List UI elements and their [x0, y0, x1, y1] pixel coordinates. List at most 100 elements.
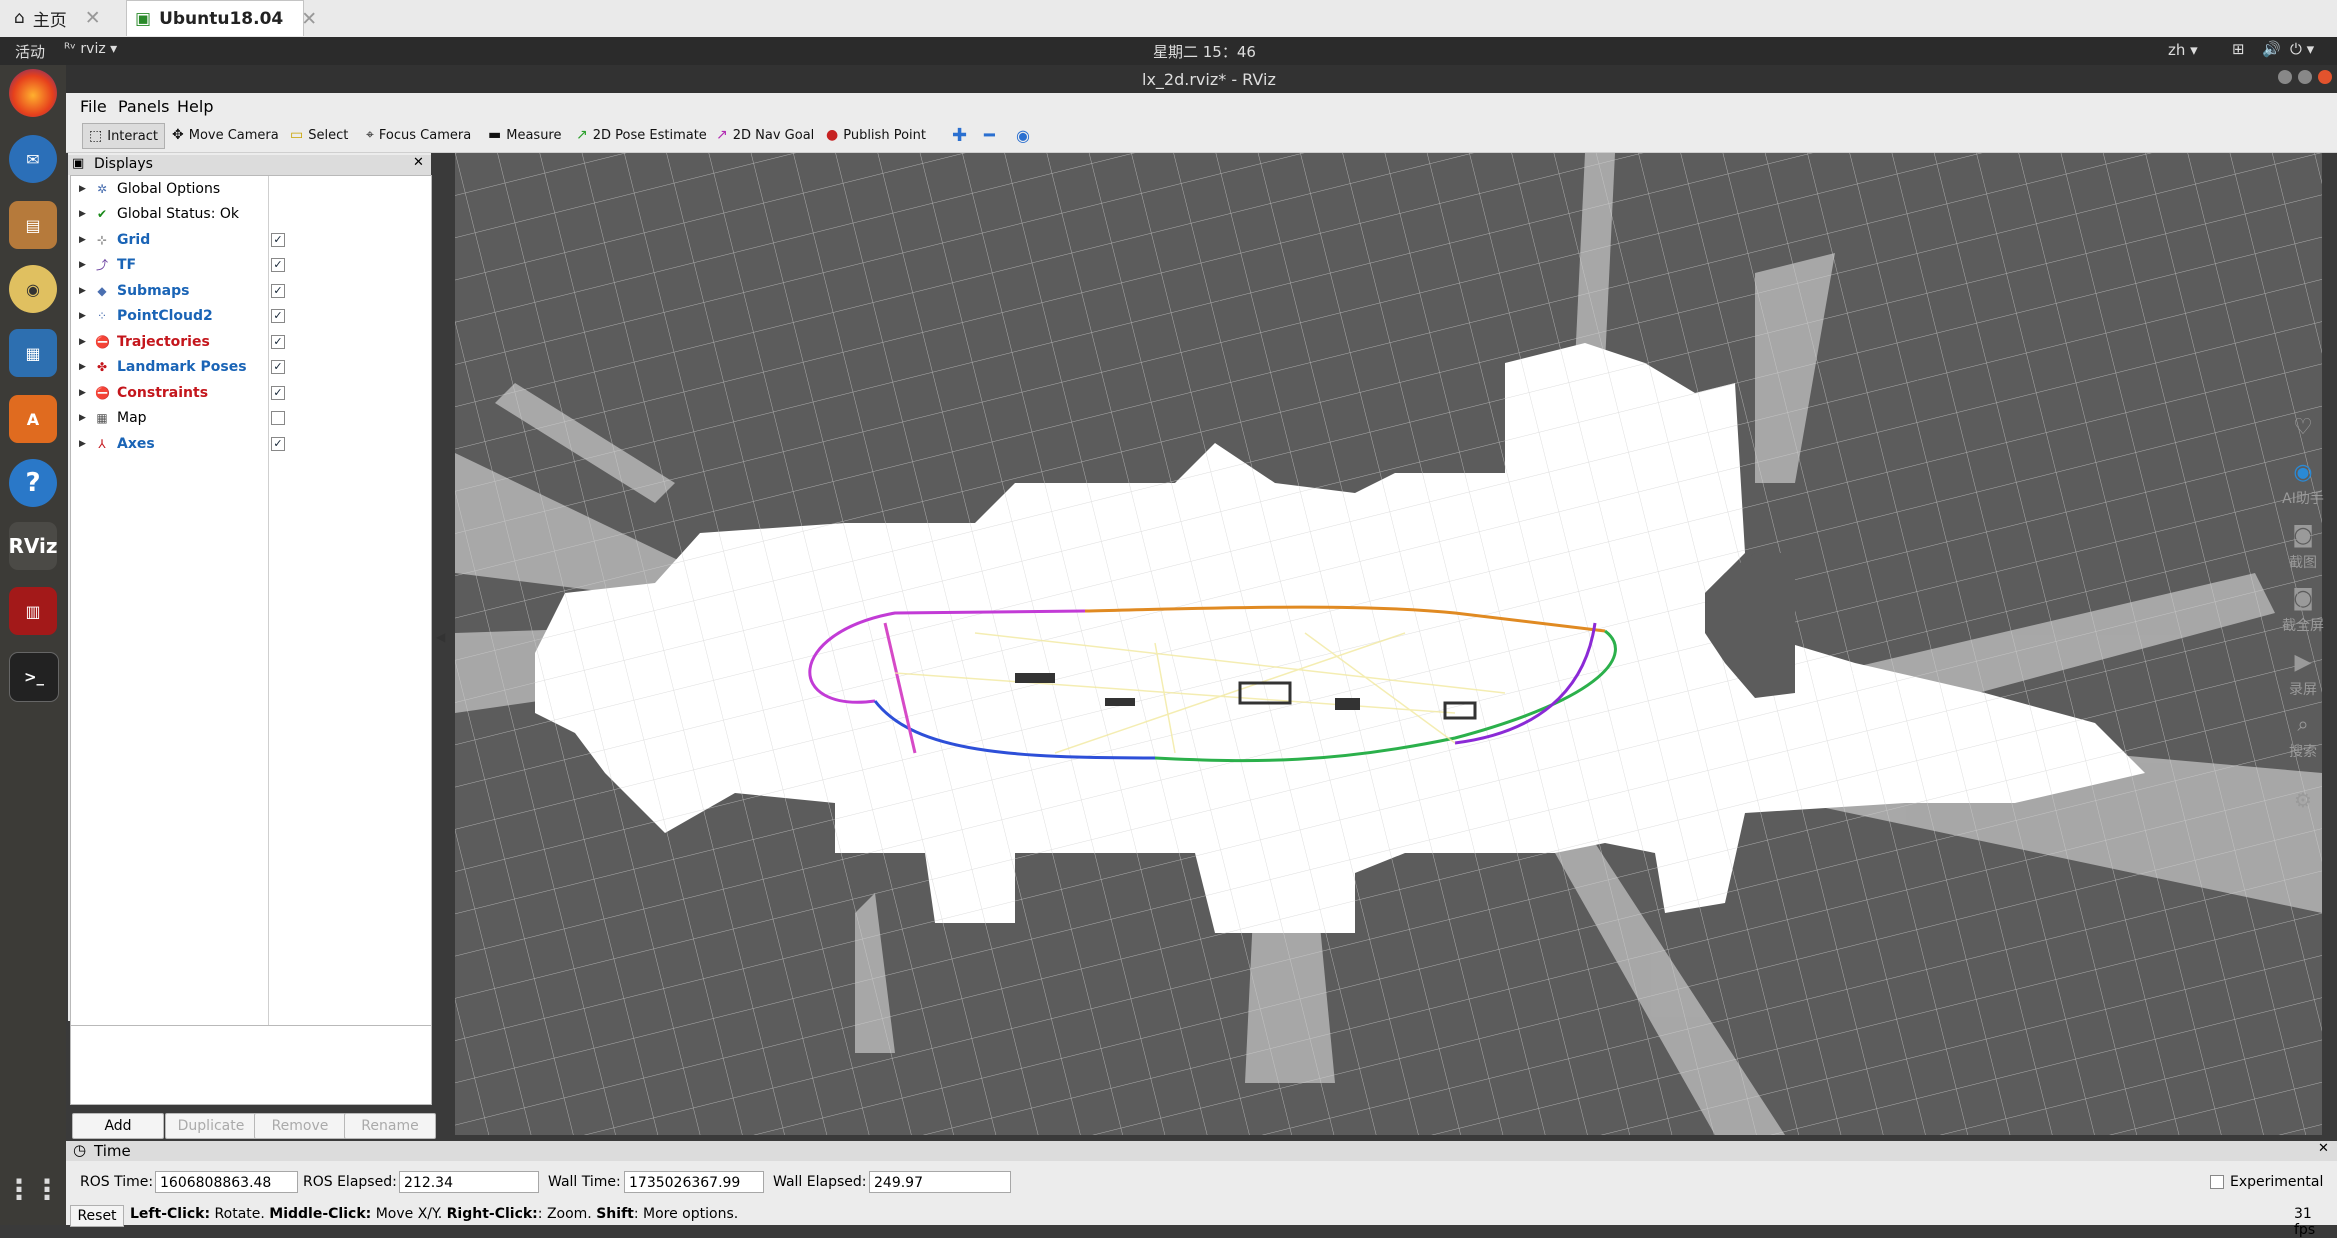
remove-tool-icon[interactable]: ━	[984, 123, 995, 147]
power-icon[interactable]: ⏻ ▾	[2290, 40, 2314, 58]
display-item[interactable]: ▶ ⛔ Trajectories ✓	[71, 332, 431, 351]
gear-icon[interactable]: ⚙	[2275, 788, 2331, 812]
green-arrow-icon: ↗	[576, 127, 588, 143]
display-checkbox[interactable]: ✓	[271, 283, 285, 298]
display-item[interactable]: ▶ ⊹ Grid ✓	[71, 230, 431, 249]
fullscreen-shot-icon[interactable]: ◙	[2275, 586, 2331, 611]
measure-tool[interactable]: ▬ Measure	[488, 123, 561, 147]
app-menu[interactable]: ᴿᵛ rviz ▾	[64, 41, 117, 57]
software-icon[interactable]: A	[9, 395, 57, 443]
menu-help[interactable]: Help	[177, 97, 213, 116]
display-checkbox[interactable]: ✓	[271, 258, 285, 272]
close-icon[interactable]: ✕	[301, 8, 317, 30]
splitter-handle-icon[interactable]: ◀	[436, 630, 445, 644]
display-item[interactable]: ▶ ⁘ PointCloud2 ✓	[71, 307, 431, 326]
thunderbird-icon[interactable]: ✉	[9, 135, 57, 183]
vm-tab-ubuntu[interactable]: ▣ Ubuntu18.04 ✕	[126, 0, 317, 36]
select-tool[interactable]: ▭ Select	[290, 123, 348, 147]
display-checkbox[interactable]: ✓	[271, 360, 285, 374]
clock[interactable]: 星期二 15：46	[1153, 41, 1256, 62]
ros-elapsed-field[interactable]: 212.34	[399, 1171, 539, 1193]
writer-icon[interactable]: ▦	[9, 329, 57, 377]
display-item[interactable]: ▶ ◆ Submaps ✓	[71, 281, 431, 300]
display-item[interactable]: ▶ ✤ Landmark Poses ✓	[71, 358, 431, 377]
record-icon[interactable]: ▶	[2275, 650, 2331, 675]
rviz-icon[interactable]: RViz	[8, 522, 58, 570]
ai-assistant-icon[interactable]: ◉	[2275, 460, 2331, 485]
hint-text: Rotate.	[210, 1206, 270, 1222]
close-icon[interactable]: ✕	[85, 7, 101, 29]
duplicate-button[interactable]: Duplicate	[165, 1113, 257, 1139]
add-tool-icon[interactable]: ✚	[952, 123, 967, 147]
rename-button[interactable]: Rename	[344, 1113, 436, 1139]
tool-properties-icon[interactable]: ◉	[1016, 123, 1030, 147]
rhythmbox-icon[interactable]: ◉	[9, 265, 57, 313]
add-button[interactable]: Add	[72, 1113, 164, 1139]
vm-tab-home[interactable]: ⌂ 主页 ✕	[14, 0, 101, 36]
display-checkbox[interactable]: ✓	[271, 334, 285, 349]
display-checkbox[interactable]: ✓	[271, 309, 285, 323]
expand-arrow-icon[interactable]: ▶	[79, 235, 86, 245]
shield-icon[interactable]: ♡	[2275, 415, 2331, 440]
display-item[interactable]: ▶ ⛔ Constraints ✓	[71, 383, 431, 402]
language-menu[interactable]: zh ▾	[2168, 41, 2198, 59]
focus-camera-tool[interactable]: ⌖ Focus Camera	[366, 123, 471, 147]
mouse-hint: Left-Click: Rotate. Middle-Click: Move X…	[130, 1206, 738, 1222]
display-item[interactable]: ▶ ✲ Global Options	[71, 179, 431, 198]
wall-time-field[interactable]: 1735026367.99	[624, 1171, 764, 1193]
move-camera-tool[interactable]: ✥ Move Camera	[172, 123, 279, 147]
terminal-icon[interactable]: >_	[9, 652, 59, 702]
reset-button[interactable]: Reset	[70, 1205, 124, 1227]
wall-elapsed-field[interactable]: 249.97	[869, 1171, 1011, 1193]
displays-tree[interactable]: ▶ ✲ Global Options ▶ ✔ Global Status: Ok ▶ ⊹ Gri…	[70, 175, 432, 1033]
interact-tool[interactable]: ⬚ Interact	[82, 123, 165, 149]
publish-point-tool[interactable]: ● Publish Point	[826, 123, 926, 147]
expand-arrow-icon[interactable]: ▶	[79, 286, 86, 296]
close-icon[interactable]: ✕	[2318, 1141, 2329, 1156]
expand-arrow-icon[interactable]: ▶	[79, 413, 86, 423]
screenshot-tool-icon[interactable]: ▥	[9, 587, 57, 635]
remove-button[interactable]: Remove	[254, 1113, 346, 1139]
activities-button[interactable]: 活动	[15, 41, 45, 62]
app-grid-icon[interactable]: ⋮⋮	[5, 1165, 61, 1213]
expand-arrow-icon[interactable]: ▶	[79, 362, 86, 372]
display-checkbox[interactable]	[271, 411, 285, 425]
pose-estimate-tool[interactable]: ↗ 2D Pose Estimate	[576, 123, 707, 147]
display-item[interactable]: ▶ ▦ Map	[71, 409, 431, 428]
firefox-icon[interactable]	[9, 69, 57, 117]
display-item[interactable]: ▶ ⅄ Axes ✓	[71, 434, 431, 453]
display-item[interactable]: ▶ ✔ Global Status: Ok	[71, 205, 431, 224]
display-checkbox[interactable]: ✓	[271, 385, 285, 400]
menu-file[interactable]: File	[80, 97, 107, 116]
help-icon[interactable]: ?	[9, 459, 57, 507]
menu-panels[interactable]: Panels	[118, 97, 170, 116]
3d-viewport[interactable]	[455, 153, 2322, 1135]
display-checkbox[interactable]: ✓	[271, 232, 285, 247]
ros-time-field[interactable]: 1606808863.48	[155, 1171, 298, 1193]
close-button[interactable]	[2318, 70, 2332, 84]
expand-arrow-icon[interactable]: ▶	[79, 439, 86, 449]
minimize-button[interactable]	[2278, 70, 2292, 84]
volume-icon[interactable]: 🔊	[2262, 40, 2281, 58]
maximize-button[interactable]	[2298, 70, 2312, 84]
expand-arrow-icon[interactable]: ▶	[79, 311, 86, 321]
search-icon[interactable]: ⌕	[2275, 712, 2331, 736]
expand-arrow-icon[interactable]: ▶	[79, 184, 86, 194]
display-item-label: Map	[117, 410, 147, 426]
expand-arrow-icon[interactable]: ▶	[79, 388, 86, 398]
expand-arrow-icon[interactable]: ▶	[79, 260, 86, 270]
network-icon[interactable]: ⊞	[2232, 40, 2245, 58]
experimental-checkbox[interactable]	[2210, 1175, 2224, 1189]
display-item-label: Grid	[117, 231, 151, 248]
nav-goal-tool[interactable]: ↗ 2D Nav Goal	[716, 123, 814, 147]
description-box	[70, 1025, 432, 1105]
clock-icon: ◷	[73, 1141, 87, 1159]
display-item[interactable]: ▶ ⤴ TF ✓	[71, 256, 431, 275]
files-icon[interactable]: ▤	[9, 201, 57, 249]
camera-icon[interactable]: ◙	[2275, 523, 2331, 548]
expand-arrow-icon[interactable]: ▶	[79, 337, 86, 347]
hint-key: Left-Click:	[130, 1206, 211, 1222]
close-icon[interactable]: ✕	[413, 155, 424, 170]
expand-arrow-icon[interactable]: ▶	[79, 209, 86, 219]
display-checkbox[interactable]: ✓	[271, 436, 285, 451]
